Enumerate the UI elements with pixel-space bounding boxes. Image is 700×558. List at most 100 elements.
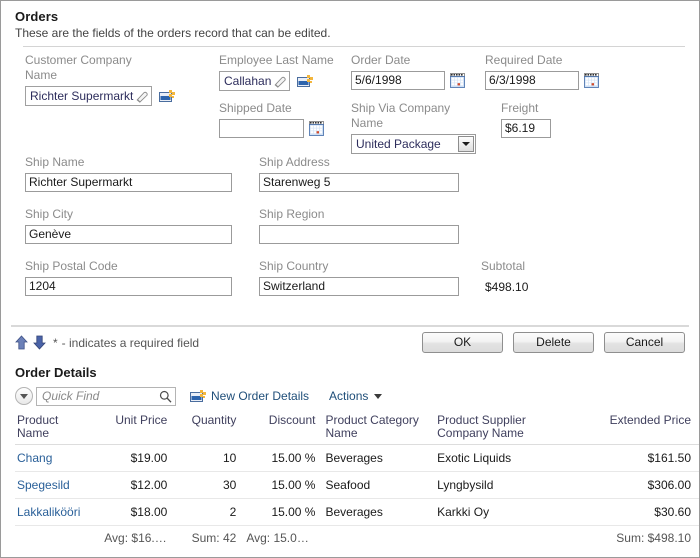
summary-discount: Avg: 15.00 % [244,525,324,549]
column-header-unit-price[interactable]: Unit Price [102,411,176,445]
cell-product-supplier-company-name: Exotic Liquids [435,444,578,472]
ship-city-input[interactable] [25,225,232,244]
summary-quantity: Sum: 42 [175,525,245,549]
table-row[interactable]: Chang $19.00 10 15.00 % Beverages Exotic… [15,444,699,472]
ship-postal-code-input[interactable] [25,277,232,296]
search-input[interactable] [40,388,159,404]
shipped-date-input[interactable] [219,119,304,138]
new-record-icon[interactable] [297,74,314,88]
ship-via-company-name-value: United Package [356,137,441,151]
freight-input[interactable] [501,119,551,138]
order-date-input[interactable] [351,71,445,90]
column-header-quantity[interactable]: Quantity [175,411,245,445]
label-order-date: Order Date [351,53,411,67]
customer-company-name-lookup[interactable]: Richter Supermarkt [25,86,153,106]
required-star: * [53,335,58,350]
column-header-product-name[interactable]: Product Name [15,411,103,445]
column-header-product-category-name[interactable]: Product Category Name [323,411,436,445]
new-record-icon[interactable] [159,89,176,103]
ship-address-input[interactable] [259,173,459,192]
required-field-note: * - indicates a required field [15,335,199,350]
label-customer-company-name: Customer Company Name [25,53,132,82]
ship-country-input[interactable] [259,277,459,296]
table-row[interactable]: Lakkalikööri $18.00 2 15.00 % Beverages … [15,498,699,526]
quick-find-box[interactable] [36,386,176,406]
move-down-icon[interactable] [33,335,46,350]
ship-via-company-name-select[interactable]: United Package [351,134,476,154]
cancel-button[interactable]: Cancel [604,332,685,353]
calendar-icon[interactable] [450,73,465,88]
label-freight: Freight [501,101,539,115]
new-order-details-button[interactable]: New Order Details [190,389,309,403]
field-required-date: Required Date [485,53,615,90]
column-header-product-supplier-company-name[interactable]: Product Supplier Company Name [435,411,578,445]
form-description: These are the fields of the orders recor… [15,26,331,40]
calendar-icon[interactable] [309,121,324,136]
customer-company-name-value: Richter Supermarkt [30,89,134,103]
label-employee-last-name: Employee Last Name [219,53,334,67]
label-required-date: Required Date [485,53,563,67]
pencil-icon[interactable] [273,74,287,88]
actions-menu[interactable]: Actions [329,389,383,403]
search-icon[interactable] [159,390,172,403]
label-shipped-date: Shipped Date [219,101,292,115]
fields-area: Customer Company Name Richter Supermarkt [1,47,699,325]
field-freight: Freight [501,101,621,138]
label-ship-name: Ship Name [25,155,85,169]
product-name-link[interactable]: Lakkalikööri [17,505,80,519]
employee-last-name-lookup[interactable]: Callahan [219,71,291,91]
new-order-details-label: New Order Details [211,389,310,403]
order-details-title: Order Details [15,365,97,380]
cell-product-category-name: Beverages [323,444,436,472]
pencil-icon[interactable] [135,89,149,103]
label-subtotal: Subtotal [481,259,526,273]
cell-discount: 15.00 % [244,498,324,526]
employee-last-name-value: Callahan [224,74,272,88]
calendar-icon[interactable] [584,73,599,88]
field-ship-city: Ship City [25,207,240,244]
cell-product-category-name: Seafood [323,471,436,499]
field-ship-name: Ship Name [25,155,240,192]
ship-name-input[interactable] [25,173,232,192]
column-header-discount[interactable]: Discount [244,411,324,445]
orders-form-page: Orders These are the fields of the order… [0,0,700,558]
cell-quantity: 10 [175,444,245,472]
summary-unit-price: Avg: $16.33 [102,525,176,549]
cell-product-supplier-company-name: Karkki Oy [435,498,578,526]
field-subtotal: Subtotal $498.10 [481,259,641,297]
new-record-icon [190,389,206,402]
field-ship-country: Ship Country [259,259,464,296]
cell-unit-price: $18.00 [102,498,176,526]
cell-quantity: 2 [175,498,245,526]
field-ship-address: Ship Address [259,155,464,192]
ok-button[interactable]: OK [422,332,503,353]
chevron-down-icon[interactable] [458,136,474,152]
page-title: Orders [15,9,59,24]
actions-label: Actions [329,389,369,403]
label-ship-address: Ship Address [259,155,330,169]
grid-header-row: Product Name Unit Price Quantity Discoun… [15,411,699,445]
subtotal-value: $498.10 [485,280,529,294]
order-details-toolbar: New Order Details Actions [15,385,699,407]
table-row[interactable]: Spegesild $12.00 30 15.00 % Seafood Lyng… [15,471,699,499]
field-shipped-date: Shipped Date [219,101,359,138]
summary-blank-category [323,525,436,549]
form-header: Orders These are the fields of the order… [1,1,699,40]
cell-product-name[interactable]: Lakkalikööri [15,498,103,526]
delete-button[interactable]: Delete [513,332,594,353]
summary-blank [15,525,103,549]
order-details-grid: Product Name Unit Price Quantity Discoun… [15,411,699,549]
cell-discount: 15.00 % [244,444,324,472]
product-name-link[interactable]: Chang [17,451,52,465]
cell-extended-price: $161.50 [577,444,699,472]
quick-find-dropdown-icon[interactable] [15,387,33,405]
ship-region-input[interactable] [259,225,459,244]
label-ship-city: Ship City [25,207,74,221]
cell-product-name[interactable]: Chang [15,444,103,472]
required-date-input[interactable] [485,71,579,90]
product-name-link[interactable]: Spegesild [17,478,70,492]
cell-product-name[interactable]: Spegesild [15,471,103,499]
move-up-icon[interactable] [15,335,28,350]
column-header-extended-price[interactable]: Extended Price [577,411,699,445]
cell-unit-price: $19.00 [102,444,176,472]
